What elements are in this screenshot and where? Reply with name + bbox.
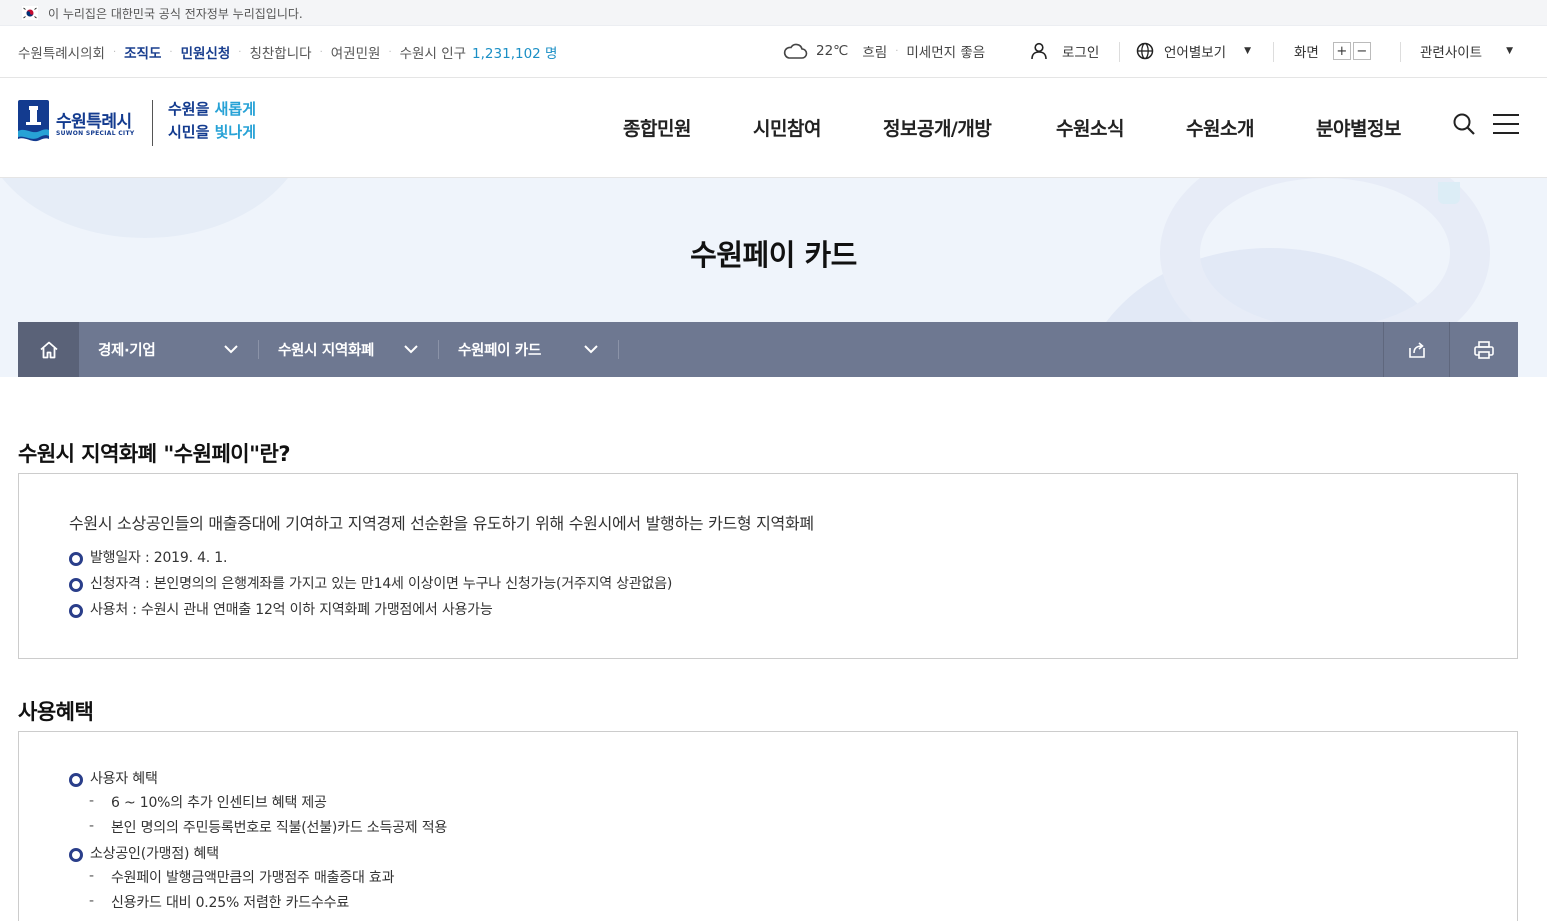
breadcrumb-divider — [618, 340, 619, 359]
breadcrumb-suwonpay-card[interactable]: 수원페이 카드 — [458, 322, 541, 377]
separator: · — [112, 46, 117, 58]
related-sites-select[interactable]: 관련사이트 ▼ — [1420, 41, 1513, 61]
screen-label: 화면 — [1294, 45, 1319, 61]
zoom-in-button[interactable]: + — [1332, 42, 1351, 60]
section-title-benefits: 사용혜택 — [18, 700, 94, 724]
separator: · — [319, 46, 323, 58]
population-value: 1,231,102 명 — [472, 46, 558, 62]
slogan-highlight1: 새롭게 — [214, 100, 257, 118]
sub-list-item: 수원페이 발행금액만큼의 가맹점주 매출증대 효과 — [89, 867, 394, 894]
divider — [1119, 42, 1120, 62]
nav-item-civil-service[interactable]: 종합민원 — [623, 114, 691, 141]
nav-item-info-open[interactable]: 정보공개/개방 — [883, 114, 992, 141]
page-title: 수원페이 카드 — [690, 238, 857, 272]
org-chart-link[interactable]: 조직도 — [124, 42, 161, 62]
council-link[interactable]: 수원특례시의회 — [18, 42, 105, 62]
print-button[interactable] — [1449, 322, 1518, 377]
about-list: 발행일자 : 2019. 4. 1. 신청자격 : 본인명의의 은행계좌를 가지… — [69, 549, 672, 627]
weather-info: 22℃ 흐림 · 미세먼지 좋음 — [782, 41, 985, 61]
chevron-down-icon[interactable] — [584, 343, 598, 355]
list-item: 사용처 : 수원시 관내 연매출 12억 이하 지역화폐 가맹점에서 사용가능 — [69, 601, 672, 627]
caret-down-icon: ▼ — [1506, 46, 1514, 56]
slogan-line2: 시민을 — [168, 123, 215, 141]
population-label: 수원시 인구 — [399, 46, 467, 62]
separator: · — [895, 45, 899, 57]
sky-status: 흐림 — [862, 45, 888, 61]
menu-icon[interactable] — [1493, 113, 1519, 135]
logo-name: 수원특례시 — [56, 112, 132, 132]
separator: · — [238, 46, 242, 58]
language-select[interactable]: 언어별보기 ▼ — [1136, 41, 1251, 61]
home-icon — [39, 341, 58, 358]
breadcrumb-divider — [438, 340, 439, 359]
slogan: 수원을 새롭게 시민을 빛나게 — [168, 98, 256, 144]
search-icon[interactable] — [1452, 112, 1476, 136]
breadcrumb-local-currency[interactable]: 수원시 지역화폐 — [278, 322, 374, 377]
sub-list-item: 신용카드 대비 0.25% 저렴한 카드수수료 — [89, 892, 394, 919]
separator: · — [169, 46, 173, 58]
nav-item-participation[interactable]: 시민참여 — [753, 114, 821, 141]
user-icon — [1031, 42, 1047, 60]
screen-zoom: 화면 + − — [1294, 41, 1371, 61]
globe-icon — [1136, 42, 1154, 60]
dust-status: 미세먼지 좋음 — [906, 45, 986, 61]
praise-link[interactable]: 칭찬합니다 — [249, 42, 311, 62]
cloud-icon — [783, 43, 808, 59]
decoration — [0, 178, 310, 238]
location-bar: 경제·기업 수원시 지역화폐 수원페이 카드 — [18, 322, 1518, 377]
utility-bar: 수원특례시의회 · 조직도 · 민원신청 · 칭찬합니다 · 여권민원 · 수원… — [0, 26, 1547, 78]
logo-subtitle: SUWON SPECIAL CITY — [56, 130, 135, 137]
gov-banner: 이 누리집은 대한민국 공식 전자정부 누리집입니다. — [0, 0, 1547, 26]
benefits-box: 사용자 혜택 6 ~ 10%의 추가 인센티브 혜택 제공 본인 명의의 주민등… — [18, 731, 1518, 921]
logo-divider — [152, 100, 153, 146]
decoration — [1438, 182, 1460, 204]
section-title-about: 수원시 지역화폐 "수원페이"란? — [18, 442, 291, 466]
breadcrumb-divider — [258, 340, 259, 359]
list-item: 신청자격 : 본인명의의 은행계좌를 가지고 있는 만14세 이상이면 누구나 … — [69, 575, 672, 601]
site-header: 수원특례시 SUWON SPECIAL CITY 수원을 새롭게 시민을 빛나게… — [0, 78, 1547, 178]
chevron-down-icon[interactable] — [224, 343, 238, 355]
list-item: 발행일자 : 2019. 4. 1. — [69, 549, 672, 575]
nav-item-fields[interactable]: 분야별정보 — [1316, 114, 1401, 141]
chevron-down-icon[interactable] — [404, 343, 418, 355]
nav-item-news[interactable]: 수원소식 — [1056, 114, 1124, 141]
slogan-line1: 수원을 — [168, 100, 215, 118]
login-label: 로그인 — [1062, 45, 1100, 61]
share-icon — [1408, 341, 1425, 358]
korea-flag-icon — [22, 6, 38, 20]
zoom-out-button[interactable]: − — [1352, 42, 1371, 60]
login-button[interactable]: 로그인 — [1030, 41, 1099, 61]
divider — [1400, 42, 1401, 62]
passport-link[interactable]: 여권민원 — [331, 42, 381, 62]
quick-links: 수원특례시의회 · 조직도 · 민원신청 · 칭찬합니다 · 여권민원 · 수원… — [18, 42, 557, 62]
site-logo[interactable]: 수원특례시 SUWON SPECIAL CITY — [18, 100, 148, 148]
divider — [1273, 42, 1274, 62]
language-label: 언어별보기 — [1164, 45, 1227, 61]
about-lead: 수원시 소상공인들의 매출증대에 기여하고 지역경제 선순환을 유도하기 위해 … — [69, 514, 814, 533]
related-sites-label: 관련사이트 — [1420, 45, 1483, 61]
nav-item-about[interactable]: 수원소개 — [1186, 114, 1254, 141]
about-box: 수원시 소상공인들의 매출증대에 기여하고 지역경제 선순환을 유도하기 위해 … — [18, 473, 1518, 659]
print-icon — [1474, 340, 1494, 359]
caret-down-icon: ▼ — [1244, 46, 1252, 56]
list-item: 사용자 혜택 — [69, 770, 158, 796]
home-button[interactable] — [18, 322, 79, 377]
benefits-user-sublist: 6 ~ 10%의 추가 인센티브 혜택 제공 본인 명의의 주민등록번호로 직불… — [89, 792, 447, 844]
benefits-merchant-sublist: 수원페이 발행금액만큼의 가맹점주 매출증대 효과 신용카드 대비 0.25% … — [89, 867, 394, 919]
gov-banner-text: 이 누리집은 대한민국 공식 전자정부 누리집입니다. — [48, 7, 303, 21]
separator: · — [388, 46, 392, 58]
breadcrumb-economy[interactable]: 경제·기업 — [98, 322, 156, 377]
suwon-logo-mark-icon — [18, 100, 49, 145]
benefits-group-user: 사용자 혜택 — [69, 770, 158, 796]
temperature: 22℃ — [816, 43, 849, 59]
sub-list-item: 6 ~ 10%의 추가 인센티브 혜택 제공 — [89, 792, 447, 819]
share-button[interactable] — [1383, 322, 1449, 377]
civil-apply-link[interactable]: 민원신청 — [181, 42, 231, 62]
slogan-highlight2: 빛나게 — [214, 123, 257, 141]
sub-list-item: 본인 명의의 주민등록번호로 직불(선불)카드 소득공제 적용 — [89, 817, 447, 844]
